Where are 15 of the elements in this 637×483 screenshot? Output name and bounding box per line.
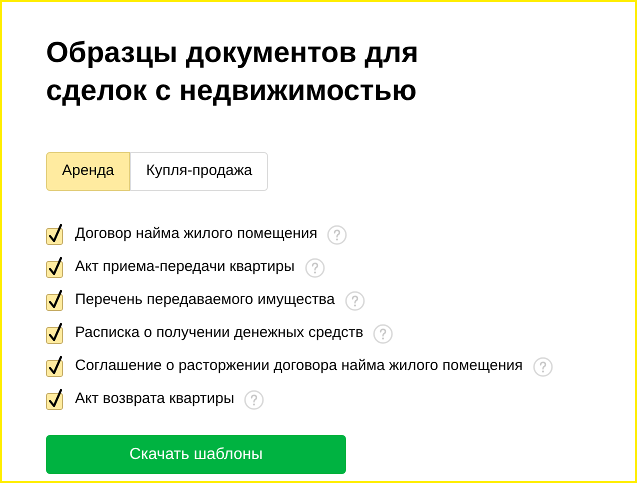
document-label: Перечень передаваемого имущества	[75, 290, 335, 310]
tab[interactable]: Аренда	[46, 152, 130, 191]
document-label: Соглашение о расторжении договора найма жилого помещения	[75, 356, 523, 376]
document-label: Акт возврата квартиры	[75, 389, 234, 410]
checkbox[interactable]	[46, 256, 66, 279]
tab[interactable]: Купля-продажа	[130, 152, 268, 191]
checkbox[interactable]	[46, 388, 66, 411]
document-label: Договор найма жилого помещения	[75, 224, 318, 244]
document-label: Расписка о получении денежных средств	[75, 323, 364, 344]
document-label: Акт приема-передачи квартиры	[75, 257, 295, 278]
page-title: Образцы документов для сделок с недвижимостью	[46, 36, 420, 109]
checkbox[interactable]	[46, 322, 66, 345]
checkbox[interactable]	[46, 223, 66, 246]
checkbox[interactable]	[46, 289, 66, 312]
checkbox[interactable]	[46, 355, 66, 378]
